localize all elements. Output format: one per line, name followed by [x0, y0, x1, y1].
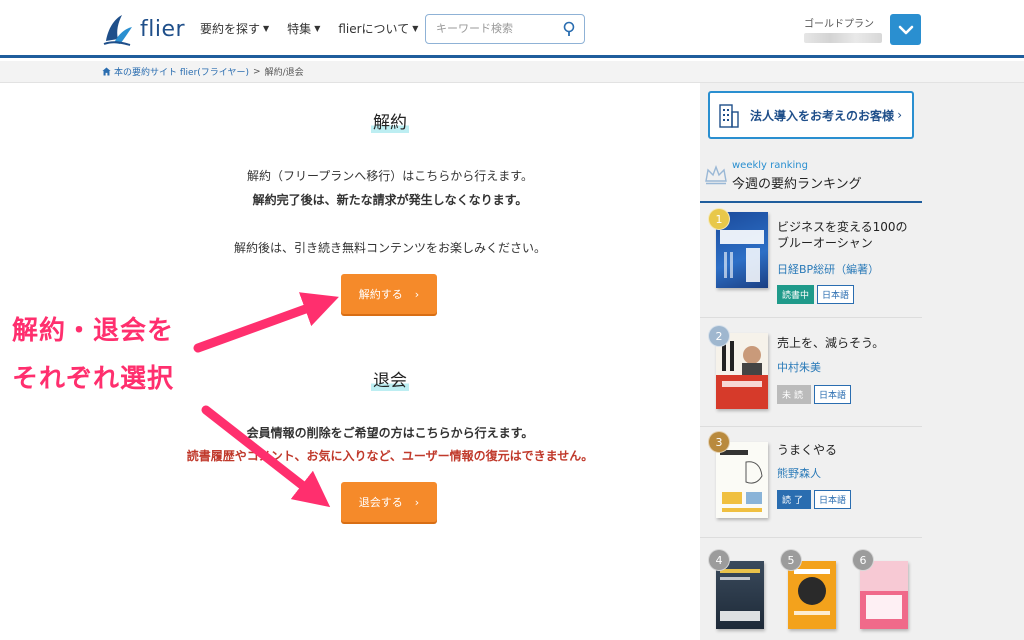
home-icon	[102, 67, 111, 76]
book-cover-3[interactable]	[716, 442, 768, 518]
book-tags: 読書中 日本語	[777, 285, 855, 304]
breadcrumb-home[interactable]: 本の要約サイト flier(フライヤー)	[102, 65, 249, 78]
nav-label: flierについて	[338, 22, 410, 36]
corporate-inquiry-button[interactable]: 法人導入をお考えのお客様 ›	[708, 91, 914, 139]
user-name-blurred	[804, 33, 882, 43]
search-input[interactable]	[436, 22, 556, 35]
search-box	[425, 14, 585, 44]
cancel-button-label: 解約する	[358, 288, 403, 301]
book-title[interactable]: 売上を、減らそう。	[777, 335, 917, 351]
language-badge: 日本語	[814, 385, 852, 404]
book-cover-6[interactable]	[860, 561, 908, 629]
ranking-subtitle: weekly ranking	[732, 160, 808, 171]
status-badge: 読了	[777, 490, 812, 509]
ranking-item[interactable]: 1 ビジネスを変える100のブルーオーシャン 日経BP総研（編著） 読書中 日本…	[700, 207, 922, 318]
corporate-inquiry-label: 法人導入をお考えのお客様	[750, 108, 895, 123]
rank-badge-1: 1	[708, 208, 730, 230]
nav-features[interactable]: 特集 ▼	[287, 20, 320, 37]
breadcrumb: 本の要約サイト flier(フライヤー) > 解約/退会	[0, 61, 1024, 83]
rank-badge-2: 2	[708, 325, 730, 347]
cancel-title-text: 解約	[371, 108, 409, 133]
book-tags: 読了 日本語	[777, 490, 852, 509]
account-menu-button[interactable]	[890, 14, 921, 45]
book-author[interactable]: 日経BP総研（編著）	[777, 261, 879, 277]
withdraw-title-text: 退会	[371, 366, 409, 391]
ranking-title: 今週の要約ランキング	[732, 177, 862, 192]
chevron-right-icon: ›	[897, 108, 902, 122]
site-header: flier 要約を探す ▼ 特集 ▼ flierについて ▼ ゴールドプラン	[0, 0, 1024, 58]
more-ranking-thumbnails: 4 5 6	[700, 543, 1024, 640]
withdraw-button[interactable]: 退会する ›	[341, 482, 437, 522]
flier-logo-icon	[103, 15, 132, 46]
book-tags: 未読 日本語	[777, 385, 852, 404]
chevron-right-icon: ›	[414, 287, 420, 301]
rank-badge-5: 5	[780, 549, 802, 571]
chevron-down-icon	[898, 25, 913, 34]
annotation-line-1: 解約・退会を	[12, 316, 175, 346]
nav-label: 要約を探す	[200, 22, 261, 36]
book-title[interactable]: ビジネスを変える100のブルーオーシャン	[777, 219, 917, 251]
cancel-line-1: 解約（フリープランへ移行）はこちらから行えます。	[246, 169, 534, 183]
language-badge: 日本語	[817, 285, 855, 304]
cancel-button[interactable]: 解約する ›	[341, 274, 437, 314]
status-badge: 読書中	[777, 285, 815, 304]
nav-label: 特集	[287, 22, 312, 36]
sidebar: 法人導入をお考えのお客様 › weekly ranking 今週の要約ランキング…	[700, 83, 1024, 640]
book-author[interactable]: 熊野森人	[777, 465, 821, 481]
caret-down-icon: ▼	[412, 24, 419, 33]
breadcrumb-current: 解約/退会	[264, 68, 304, 78]
book-author[interactable]: 中村朱美	[777, 359, 821, 375]
book-title[interactable]: うまくやる	[777, 442, 917, 458]
logo-text: flier	[140, 16, 186, 42]
book-cover-art	[720, 569, 760, 621]
cancel-line-3: 解約後は、引き続き無料コンテンツをお楽しみください。	[233, 241, 546, 255]
breadcrumb-separator: >	[253, 66, 261, 77]
ranking-item[interactable]: 3 うまくやる 熊野森人 読了 日本語	[700, 428, 922, 538]
annotation-line-2: それぞれ選択	[12, 364, 175, 394]
status-badge: 未読	[777, 385, 812, 404]
book-cover-art	[794, 569, 830, 615]
cancel-section-title: 解約	[0, 108, 780, 133]
language-badge: 日本語	[814, 490, 852, 509]
ranking-item[interactable]: 2 売上を、減らそう。 中村朱美 未読 日本語	[700, 319, 922, 427]
rank-badge-6: 6	[852, 549, 874, 571]
withdraw-line-1: 会員情報の削除をご希望の方はこちらから行えます。	[246, 426, 534, 440]
main-content: 解約 解約（フリープランへ移行）はこちらから行えます。 解約完了後は、新たな請求…	[0, 83, 700, 640]
flier-logo[interactable]: flier	[100, 10, 185, 48]
book-cover-5[interactable]	[788, 561, 836, 629]
search-icon[interactable]	[562, 21, 576, 37]
book-cover-4[interactable]	[716, 561, 764, 629]
ranking-header: weekly ranking 今週の要約ランキング	[700, 159, 922, 203]
withdraw-warning: 読書履歴やコメント、お気に入りなど、ユーザー情報の復元はできません。	[186, 449, 594, 463]
rank-badge-3: 3	[708, 431, 730, 453]
nav-find-summaries[interactable]: 要約を探す ▼	[200, 20, 269, 37]
building-icon	[719, 104, 739, 128]
chevron-right-icon: ›	[414, 495, 420, 509]
rank-badge-4: 4	[708, 549, 730, 571]
crown-icon	[705, 165, 727, 185]
nav-about-flier[interactable]: flierについて ▼	[338, 20, 418, 37]
withdraw-button-label: 退会する	[358, 496, 403, 509]
main-nav: 要約を探す ▼ 特集 ▼ flierについて ▼	[200, 20, 418, 37]
plan-label: ゴールドプラン	[804, 19, 874, 30]
book-cover-art	[720, 450, 763, 512]
book-cover-art	[860, 561, 908, 619]
caret-down-icon: ▼	[314, 24, 321, 33]
caret-down-icon: ▼	[263, 24, 270, 33]
cancel-line-2: 解約完了後は、新たな請求が発生しなくなります。	[252, 193, 528, 207]
breadcrumb-home-label: 本の要約サイト flier(フライヤー)	[114, 68, 250, 78]
